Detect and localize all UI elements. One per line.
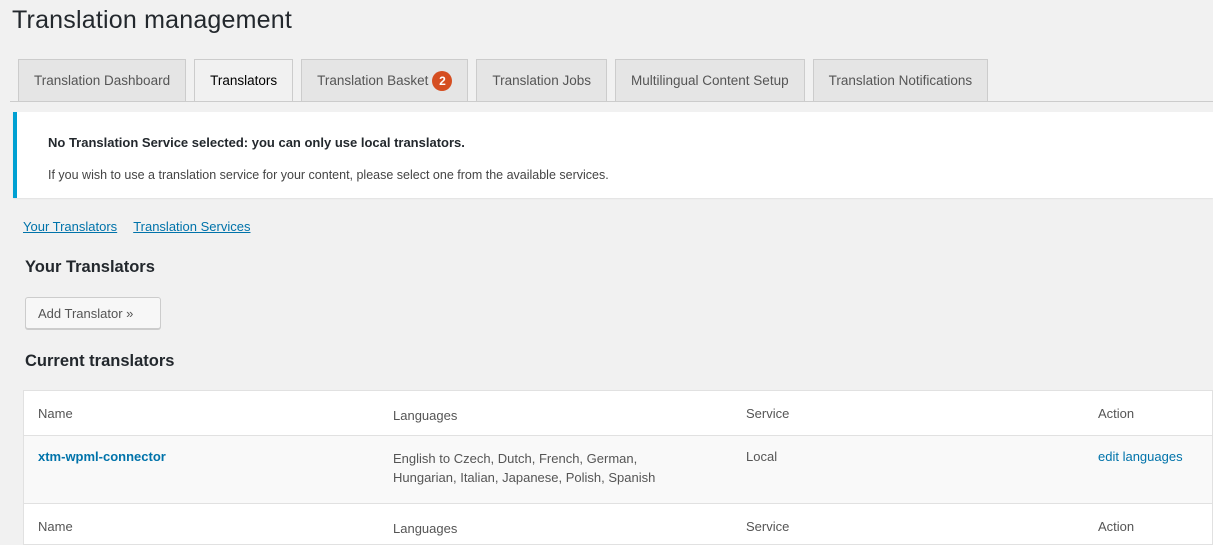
current-translators-heading: Current translators xyxy=(25,352,175,370)
column-footer-service: Service xyxy=(746,519,790,534)
table-header-row: Name Languages Service Action xyxy=(24,391,1212,436)
column-footer-name: Name xyxy=(38,519,73,534)
tab-label: Translation Jobs xyxy=(492,73,591,88)
translation-services-link[interactable]: Translation Services xyxy=(133,219,250,234)
edit-languages-link[interactable]: edit languages xyxy=(1098,449,1183,464)
column-header-service: Service xyxy=(746,406,790,421)
notice-text: If you wish to use a translation service… xyxy=(48,168,609,182)
tab-label: Multilingual Content Setup xyxy=(630,73,789,88)
your-translators-link[interactable]: Your Translators xyxy=(23,219,117,234)
table-footer-row: Name Languages Service Action xyxy=(24,504,1212,545)
tab-translation-notifications[interactable]: Translation Notifications xyxy=(812,59,989,101)
table-row: xtm-wpml-connector English to Czech, Dut… xyxy=(24,436,1212,504)
tab-label: Translators xyxy=(210,73,278,88)
translators-table: Name Languages Service Action xtm-wpml-c… xyxy=(23,390,1213,545)
column-footer-languages: Languages xyxy=(393,521,458,536)
tab-translation-dashboard[interactable]: Translation Dashboard xyxy=(18,59,187,101)
service-notice: No Translation Service selected: you can… xyxy=(13,112,1213,198)
tab-label: Translation Notifications xyxy=(828,73,973,88)
your-translators-heading: Your Translators xyxy=(25,258,155,276)
page-title: Translation management xyxy=(12,6,293,34)
tab-translation-jobs[interactable]: Translation Jobs xyxy=(476,59,607,101)
tab-multilingual-content-setup[interactable]: Multilingual Content Setup xyxy=(614,59,805,101)
column-header-name: Name xyxy=(38,406,73,421)
translator-service: Local xyxy=(746,449,778,464)
tab-translators[interactable]: Translators xyxy=(194,59,294,102)
tab-bar: Translation Dashboard Translators Transl… xyxy=(18,59,996,102)
tab-label: Translation Basket xyxy=(317,73,429,88)
tab-translation-basket[interactable]: Translation Basket 2 xyxy=(301,59,469,101)
column-header-languages: Languages xyxy=(393,408,458,423)
add-translator-button[interactable]: Add Translator » xyxy=(25,297,161,329)
basket-count-badge: 2 xyxy=(432,70,453,91)
translator-name-link[interactable]: xtm-wpml-connector xyxy=(38,449,166,464)
section-links: Your Translators Translation Services xyxy=(23,219,250,234)
column-header-action: Action xyxy=(1098,406,1135,421)
tab-divider xyxy=(10,101,1213,102)
translator-languages: English to Czech, Dutch, French, German,… xyxy=(393,451,656,485)
notice-title: No Translation Service selected: you can… xyxy=(48,135,465,150)
tab-label: Translation Dashboard xyxy=(34,73,171,88)
column-footer-action: Action xyxy=(1098,519,1135,534)
